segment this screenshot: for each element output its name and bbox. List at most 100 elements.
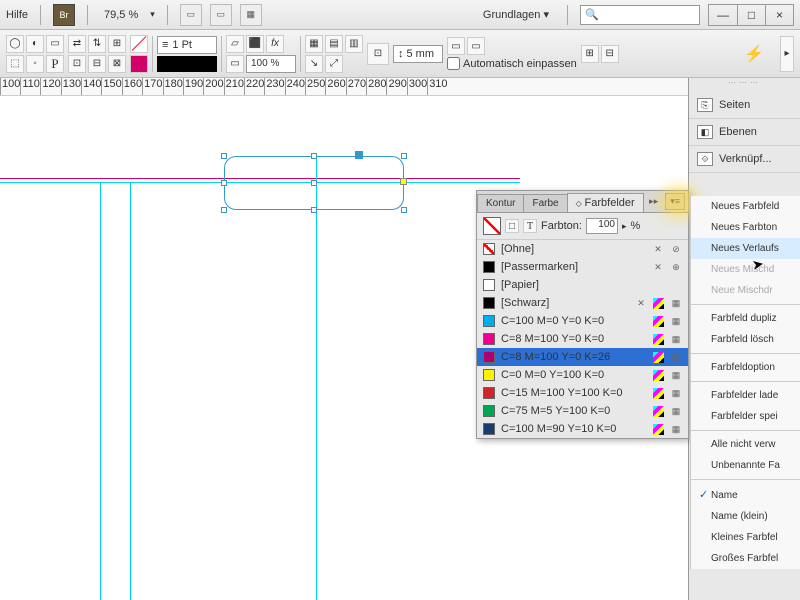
tool-icon[interactable]: ⊞ [581,45,599,63]
menu-item[interactable]: Neues Farbton [691,217,800,238]
panel-menu-icon[interactable]: ▾≡ [665,193,685,210]
selection-handle[interactable] [221,180,227,186]
fx-icon[interactable]: fx [266,35,284,53]
tool-icon[interactable]: ▭ [46,35,64,53]
tool-icon[interactable]: ▭ [467,37,485,55]
tool-icon[interactable]: ⇅ [88,35,106,53]
tool-icon[interactable]: ▭ [447,37,465,55]
menu-item[interactable]: Unbenannte Fa [691,455,800,476]
search-input[interactable]: 🔍 [580,5,700,25]
menu-item[interactable]: Neues Farbfeld [691,196,800,217]
selection-handle[interactable] [311,153,317,159]
tab-swatches[interactable]: ◇ Farbfelder [567,193,644,212]
ruler-tick: 170 [142,78,162,95]
menu-item[interactable]: Farbfeld lösch [691,329,800,350]
tool-icon[interactable]: ◯ [6,35,24,53]
tool-icon[interactable]: ⊡ [68,55,86,73]
fill-stroke-proxy[interactable] [483,217,501,235]
bolt-icon[interactable]: ⚡ [732,44,776,64]
tool-icon[interactable]: ▥ [345,35,363,53]
menu-item[interactable]: Farbfeld dupliz [691,308,800,329]
tool-icon[interactable]: P [46,55,64,73]
tab-color[interactable]: Farbe [523,194,567,212]
menu-item[interactable]: Farbfeldoption [691,357,800,378]
tool-icon[interactable]: ⊡ [367,43,389,65]
center-point[interactable] [311,180,317,186]
tool-icon[interactable]: ↘ [305,55,323,73]
spacing-input[interactable]: ↕5 mm [393,45,443,63]
panel-collapse-icon[interactable]: ▸▸ [645,196,662,207]
cmyk-icon [653,370,664,381]
view-options-icon[interactable]: ▭ [180,4,202,26]
fill-color-icon[interactable] [130,55,148,73]
tool-icon[interactable]: ▭ [226,55,244,73]
selection-handle[interactable] [401,207,407,213]
close-button[interactable]: × [765,5,793,25]
menu-item[interactable]: Name (klein) [691,506,800,527]
tool-icon[interactable]: ◐ [26,35,44,53]
swatch-list[interactable]: [Ohne]✕⊘[Passermarken]✕⊕[Papier][Schwarz… [477,240,688,438]
menu-item[interactable]: Farbfelder spei [691,406,800,427]
anchor-handle[interactable] [400,178,407,185]
panel-button[interactable]: ⟐Verknüpf... [689,146,800,173]
tool-icon[interactable]: ⇄ [68,35,86,53]
swatch-row[interactable]: C=100 M=90 Y=10 K=0▦ [477,420,688,438]
screen-mode-icon[interactable]: ▭ [210,4,232,26]
selection-handle[interactable] [401,153,407,159]
autofit-checkbox[interactable]: Automatisch einpassen [447,57,577,70]
swatch-row[interactable]: C=15 M=100 Y=100 K=0▦ [477,384,688,402]
menu-item[interactable]: ✓Name [691,483,800,506]
fill-none-icon[interactable] [130,35,148,53]
tool-icon[interactable]: ⊞ [108,35,126,53]
dock-grip[interactable]: ⋯⋯⋯ [689,78,800,92]
swatch-color [483,279,495,291]
tool-icon[interactable]: ⬚ [6,55,24,73]
tool-icon[interactable]: ⊟ [88,55,106,73]
swatch-row[interactable]: C=75 M=5 Y=100 K=0▦ [477,402,688,420]
tool-icon[interactable]: ◦ [26,55,44,73]
tool-icon[interactable]: ▦ [305,35,323,53]
opacity-input[interactable]: 100 % [246,55,296,73]
panel-button[interactable]: ◧Ebenen [689,119,800,146]
swatch-name: C=8 M=100 Y=0 K=0 [501,333,647,345]
menu-item[interactable]: Neues Verlaufs [691,238,800,259]
swatch-row[interactable]: C=8 M=100 Y=0 K=0▦ [477,330,688,348]
tool-icon[interactable]: ▤ [325,35,343,53]
tab-stroke[interactable]: Kontur [477,194,524,212]
overflow-icon[interactable]: ▸ [780,36,794,72]
swatch-row[interactable]: C=100 M=0 Y=0 K=0▦ [477,312,688,330]
tool-icon[interactable]: ⊟ [601,45,619,63]
workspace-switcher[interactable]: Grundlagen ▾ [477,6,555,23]
panel-button[interactable]: ⎘Seiten [689,92,800,119]
menu-item[interactable]: Farbfelder lade [691,385,800,406]
tool-icon[interactable]: ⬛ [246,35,264,53]
stroke-weight-input[interactable]: ≡1 Pt [157,36,217,54]
menu-help[interactable]: Hilfe [6,9,28,21]
tool-icon[interactable]: ⤢ [325,55,343,73]
swatch-row[interactable]: [Papier] [477,276,688,294]
swatch-row[interactable]: C=8 M=100 Y=0 K=26▦ [477,348,688,366]
maximize-button[interactable]: □ [737,5,765,25]
swatch-row[interactable]: [Passermarken]✕⊕ [477,258,688,276]
tint-input[interactable]: 100 [586,218,618,234]
swatch-row[interactable]: [Ohne]✕⊘ [477,240,688,258]
swatch-color [483,315,495,327]
tool-icon[interactable]: ⊠ [108,55,126,73]
menu-item[interactable]: Kleines Farbfel [691,527,800,548]
selection-handle[interactable] [311,207,317,213]
object-toggle-icon[interactable]: □ [505,219,519,233]
menu-item[interactable]: Alle nicht verw [691,434,800,455]
selection-handle[interactable] [355,151,363,159]
bridge-button[interactable]: Br [53,4,75,26]
selection-handle[interactable] [221,153,227,159]
zoom-level[interactable]: 79,5 % [100,7,142,23]
arrange-icon[interactable]: ▦ [240,4,262,26]
swatch-row[interactable]: [Schwarz]✕▦ [477,294,688,312]
swatch-row[interactable]: C=0 M=0 Y=100 K=0▦ [477,366,688,384]
text-toggle-icon[interactable]: T [523,219,537,233]
minimize-button[interactable]: — [709,5,737,25]
tool-icon[interactable]: ▱ [226,35,244,53]
cmyk-icon [653,406,664,417]
menu-item[interactable]: Großes Farbfel [691,548,800,569]
selection-handle[interactable] [221,207,227,213]
